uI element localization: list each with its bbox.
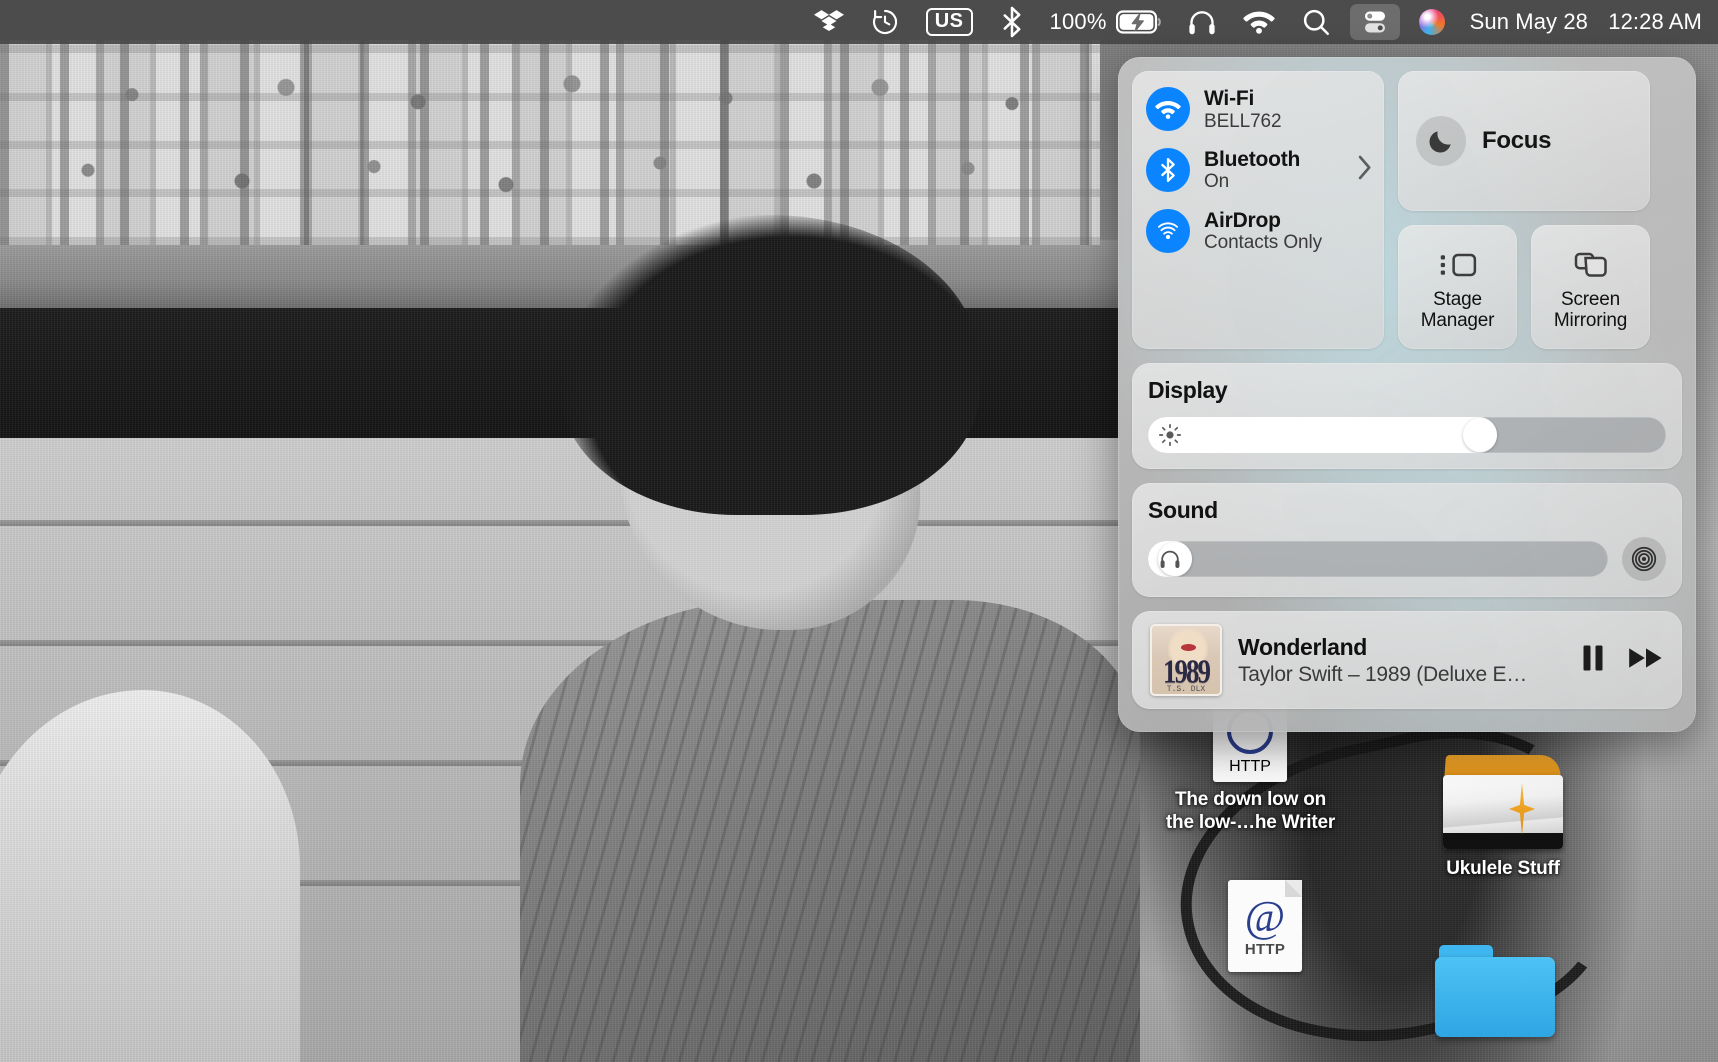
now-playing-artist-album: Taylor Swift – 1989 (Deluxe E… [1238,663,1564,687]
bluetooth-text: Bluetooth On [1204,148,1300,193]
input-source-label: US [926,8,973,36]
desktop-icon-label: Ukulele Stuff [1446,857,1560,880]
time-machine-icon[interactable] [857,0,913,44]
control-center-icon[interactable] [1350,4,1400,40]
at-symbol-icon: @ [1245,895,1286,939]
siri-orb [1419,9,1445,35]
pause-icon[interactable] [1580,643,1606,678]
folder-icon [1435,945,1555,1037]
wifi-title: Wi-Fi [1204,87,1281,111]
airdrop-mode: Contacts Only [1204,232,1322,253]
bluetooth-icon [1146,148,1190,192]
album-art-caption: T.S. DLX [1152,685,1220,694]
desktop-icon-label: The down low on the low-…he Writer [1166,788,1335,834]
brightness-icon [1158,423,1182,447]
focus-toggle[interactable]: Focus [1398,71,1650,211]
album-artwork[interactable]: 1989 T.S. DLX [1150,624,1222,696]
spotlight-search-icon[interactable] [1288,0,1344,44]
display-panel: Display [1132,363,1682,469]
article-label-line-2: the low-…he Writer [1166,811,1335,834]
battery-charging-icon [1116,9,1162,35]
stage-manager-tile[interactable]: Stage Manager [1398,225,1517,349]
desktop-screen: HTTP The down low on the low-…he Writer … [0,0,1718,1062]
http-badge: HTTP [1245,941,1285,958]
at-link-icon: @ HTTP [1228,880,1302,972]
focus-label: Focus [1482,127,1551,155]
desktop-icon-article-link[interactable]: The down low on the low-…he Writer [1148,782,1353,834]
wallpaper-foreground-shoulder [0,690,300,1062]
airdrop-title: AirDrop [1204,209,1322,233]
folder-body [1435,957,1555,1037]
moon-icon [1416,116,1466,166]
http-badge: HTTP [1229,758,1271,776]
wifi-icon[interactable] [1230,0,1288,44]
clock-date: Sun May 28 [1470,9,1588,34]
battery-percent-label: 100% [1050,9,1107,35]
wallpaper-plank [0,520,1120,526]
folder-body [1443,775,1563,849]
connectivity-card: Wi-Fi BELL762 Bluetooth On [1132,71,1384,349]
clock-time: 12:28 AM [1608,9,1702,34]
desktop-icon-ukulele-stuff[interactable]: Ukulele Stuff [1403,755,1603,880]
chevron-right-icon[interactable] [1356,154,1374,187]
screen-mirroring-label: Screen Mirroring [1531,290,1650,331]
brightness-slider[interactable] [1148,417,1666,453]
control-center-tiles-row: Stage Manager Screen Mirroring [1398,225,1650,349]
desktop-icon-blue-folder[interactable] [1395,945,1595,1037]
brightness-slider-fill [1148,417,1497,453]
wifi-network-name: BELL762 [1204,111,1281,132]
bluetooth-toggle[interactable]: Bluetooth On [1146,148,1370,193]
control-center-top-row: Wi-Fi BELL762 Bluetooth On [1132,71,1682,349]
bluetooth-state: On [1204,171,1300,192]
dropbox-icon[interactable] [801,0,857,44]
wifi-text: Wi-Fi BELL762 [1204,87,1281,132]
wallpaper-subject-body [520,600,1140,1062]
wallpaper-curtain-pattern [0,55,1100,235]
siri-icon[interactable] [1406,0,1458,44]
airdrop-icon [1146,209,1190,253]
volume-slider[interactable] [1148,541,1608,577]
input-source-icon[interactable]: US [913,0,986,44]
now-playing-text: Wonderland Taylor Swift – 1989 (Deluxe E… [1238,634,1564,687]
stage-manager-label: Stage Manager [1398,290,1517,331]
wifi-icon [1146,87,1190,131]
desktop-icon-email-link[interactable]: @ HTTP [1165,880,1365,972]
bluetooth-title: Bluetooth [1204,148,1300,172]
airdrop-text: AirDrop Contacts Only [1204,209,1322,254]
now-playing-controls [1580,643,1664,678]
now-playing-card: 1989 T.S. DLX Wonderland Taylor Swift – … [1132,611,1682,709]
bluetooth-icon[interactable] [986,0,1038,44]
screen-mirroring-tile[interactable]: Screen Mirroring [1531,225,1650,349]
display-title: Display [1148,377,1666,404]
wallpaper-subject-hair [560,215,980,515]
display-slider-wrap [1148,417,1666,453]
sound-panel: Sound [1132,483,1682,597]
folder-strip [1443,833,1563,849]
airdrop-toggle[interactable]: AirDrop Contacts Only [1146,209,1370,254]
screen-mirroring-icon [1573,248,1609,282]
sound-title: Sound [1148,497,1666,524]
fast-forward-icon[interactable] [1628,644,1664,677]
airplay-audio-icon[interactable] [1622,537,1666,581]
article-label-line-1: The down low on [1166,788,1335,811]
control-center-right-column: Focus Stage Manager [1398,71,1650,349]
wifi-toggle[interactable]: Wi-Fi BELL762 [1146,87,1370,132]
now-playing-track: Wonderland [1238,634,1564,661]
menu-bar-clock[interactable]: Sun May 28 12:28 AM [1458,9,1702,35]
menu-bar: US 100% [0,0,1718,44]
sound-slider-wrap [1148,537,1666,581]
headphones-icon[interactable] [1174,0,1230,44]
headphones-icon [1158,547,1182,571]
control-center-panel: Wi-Fi BELL762 Bluetooth On [1118,57,1696,732]
brightness-slider-knob[interactable] [1463,418,1497,452]
stage-manager-icon [1439,248,1477,282]
folder-icon [1443,755,1563,851]
battery-status[interactable]: 100% [1038,0,1174,44]
